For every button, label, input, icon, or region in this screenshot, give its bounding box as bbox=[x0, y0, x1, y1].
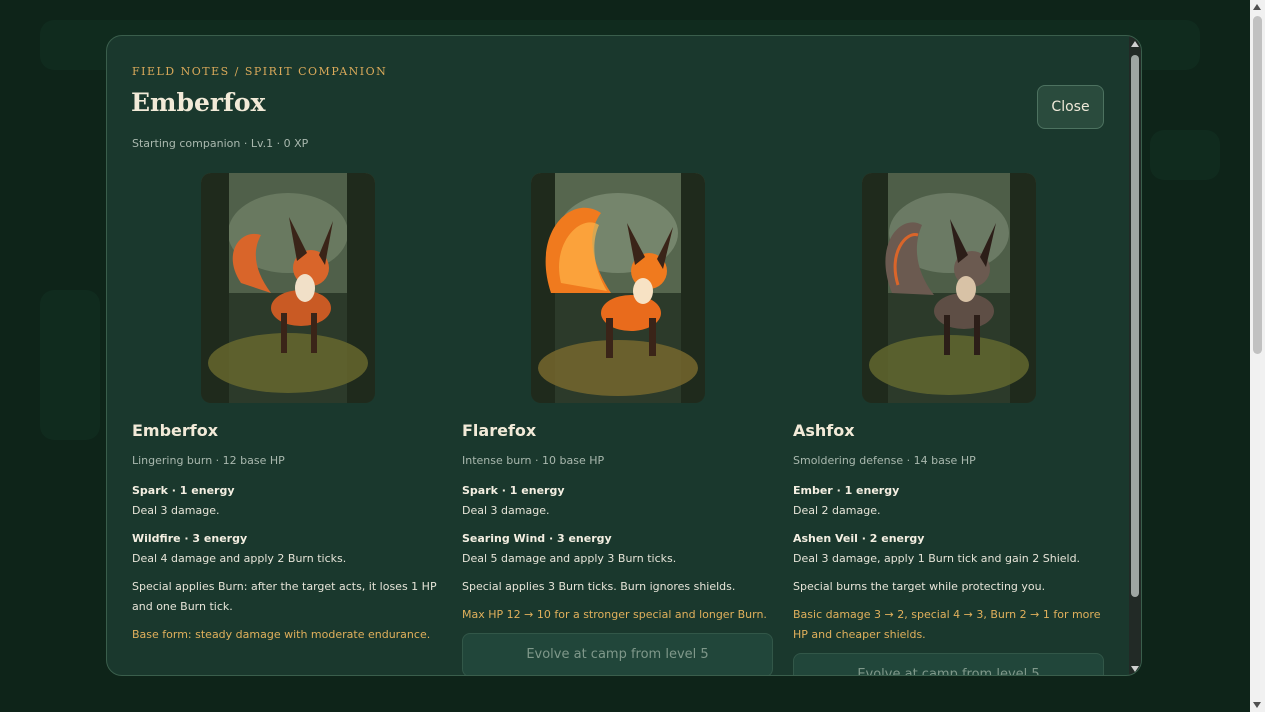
special-description: Special applies 3 Burn ticks. Burn ignor… bbox=[462, 580, 736, 593]
evolve-button[interactable]: Evolve at camp from level 5 bbox=[462, 633, 773, 675]
form-subtitle: Intense burn · 10 base HP bbox=[462, 454, 605, 467]
move-description: Deal 5 damage and apply 3 Burn ticks. bbox=[462, 552, 677, 565]
move-title: Ashen Veil · 2 energy bbox=[793, 532, 925, 545]
move-description: Deal 4 damage and apply 2 Burn ticks. bbox=[132, 552, 347, 565]
form-details: Spark · 1 energy Deal 3 damage. Wildfire… bbox=[132, 481, 444, 645]
form-note: Basic damage 3 → 2, special 4 → 3, Burn … bbox=[793, 608, 1101, 641]
form-subtitle: Lingering burn · 12 base HP bbox=[132, 454, 285, 467]
modal-scrollbar[interactable] bbox=[1129, 36, 1141, 675]
move-title: Searing Wind · 3 energy bbox=[462, 532, 612, 545]
move-description: Deal 2 damage. bbox=[793, 504, 881, 517]
move-title: Wildfire · 3 energy bbox=[132, 532, 248, 545]
form-details: Spark · 1 energy Deal 3 damage. Searing … bbox=[462, 481, 774, 675]
move-description: Deal 3 damage, apply 1 Burn tick and gai… bbox=[793, 552, 1081, 565]
special-description: Special applies Burn: after the target a… bbox=[132, 580, 437, 613]
form-note: Base form: steady damage with moderate e… bbox=[132, 628, 431, 641]
modal-subtitle: Starting companion · Lv.1 · 0 XP bbox=[132, 137, 309, 150]
form-subtitle: Smoldering defense · 14 base HP bbox=[793, 454, 976, 467]
scrollbar-thumb[interactable] bbox=[1253, 16, 1262, 354]
emberfox-portrait-icon bbox=[201, 173, 375, 403]
flarefox-portrait-icon bbox=[531, 173, 705, 403]
backdrop-panel bbox=[1150, 130, 1220, 180]
form-name: Emberfox bbox=[132, 421, 219, 440]
scroll-down-arrow-icon[interactable] bbox=[1131, 666, 1139, 672]
move-description: Deal 3 damage. bbox=[132, 504, 220, 517]
evolve-button[interactable]: Evolve at camp from level 5 bbox=[793, 653, 1104, 675]
scroll-up-arrow-icon[interactable] bbox=[1131, 41, 1139, 47]
move-title: Spark · 1 energy bbox=[462, 484, 565, 497]
move-description: Deal 3 damage. bbox=[462, 504, 550, 517]
modal-title: Emberfox bbox=[131, 88, 266, 117]
scroll-down-arrow-icon[interactable] bbox=[1253, 702, 1261, 708]
scroll-up-arrow-icon[interactable] bbox=[1253, 4, 1261, 10]
special-description: Special burns the target while protectin… bbox=[793, 580, 1046, 593]
companion-modal: Field Notes / Spirit Companion Emberfox … bbox=[106, 35, 1142, 676]
close-button[interactable]: Close bbox=[1037, 85, 1104, 129]
form-note: Max HP 12 → 10 for a stronger special an… bbox=[462, 608, 767, 621]
move-title: Ember · 1 energy bbox=[793, 484, 900, 497]
page-scrollbar[interactable] bbox=[1250, 0, 1265, 712]
form-details: Ember · 1 energy Deal 2 damage. Ashen Ve… bbox=[793, 481, 1105, 675]
backdrop-panel bbox=[40, 290, 100, 440]
move-title: Spark · 1 energy bbox=[132, 484, 235, 497]
breadcrumb: Field Notes / Spirit Companion bbox=[132, 65, 388, 78]
modal-content: Field Notes / Spirit Companion Emberfox … bbox=[107, 36, 1131, 675]
form-name: Ashfox bbox=[793, 421, 855, 440]
form-name: Flarefox bbox=[462, 421, 537, 440]
ashfox-portrait-icon bbox=[862, 173, 1036, 403]
scrollbar-thumb[interactable] bbox=[1131, 55, 1139, 597]
